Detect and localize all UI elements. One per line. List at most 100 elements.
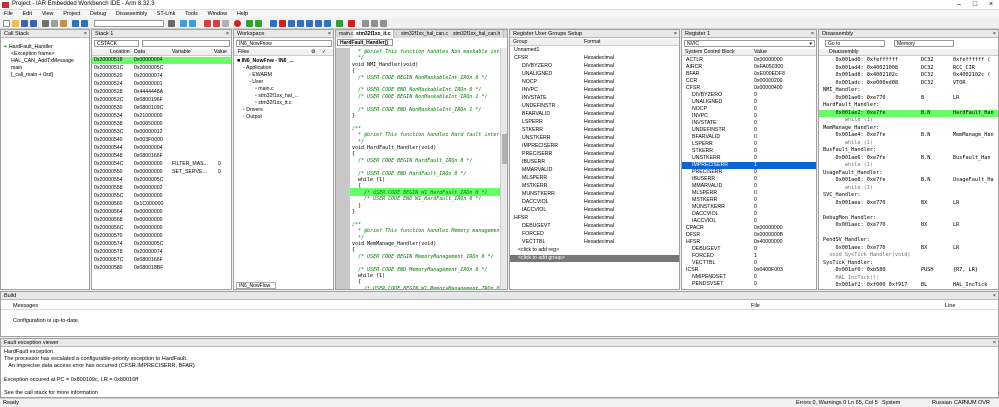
table-row[interactable]: DEBUGEVT Hexadecimal (510, 223, 679, 230)
function-dropdown[interactable]: HardFault_Handler() (337, 39, 393, 46)
save-all-icon[interactable] (30, 20, 37, 27)
table-row[interactable]: MUNSTKERR 0 (682, 204, 816, 211)
table-row[interactable]: STKERR 0 (682, 148, 816, 155)
gear-icon[interactable]: ⚙ (311, 49, 316, 56)
breakpoint-icon[interactable] (234, 20, 241, 27)
break-icon[interactable] (279, 20, 286, 27)
table-row[interactable]: 0x20000558 0x00000002 (92, 185, 231, 192)
compile-icon[interactable] (204, 20, 211, 27)
table-row[interactable]: DACCVIOL 0 (682, 211, 816, 218)
table-row[interactable]: STKERR Hexadecimal (510, 127, 679, 134)
disassembly-line[interactable]: SVC_Handler: (819, 192, 998, 199)
disassembly-line[interactable]: BusFault_Handler: (819, 147, 998, 154)
disassembly-line[interactable]: 0x001aec: 0xe770 BX LR (819, 222, 998, 229)
tree-item-user[interactable]: ▪ User (234, 79, 333, 86)
workspace-config-select[interactable]: IN6_NowFnow (236, 40, 332, 47)
table-row[interactable]: PRECISERR 0 (682, 169, 816, 176)
table-row[interactable]: PENDSVSET 0 (682, 281, 816, 288)
table-row[interactable]: IACCVIOL 0 (682, 218, 816, 225)
table-row[interactable]: 0x20000544 0x00000004 (92, 145, 231, 152)
register-group-select[interactable]: NVIC ▾ (684, 40, 815, 47)
menu-stlink[interactable]: ST-Link (153, 10, 180, 18)
disassembly-line[interactable] (819, 230, 998, 237)
table-row[interactable]: 0x20000580 0x080018BF (92, 265, 231, 272)
table-row[interactable]: BFARVALID Hexadecimal (510, 111, 679, 118)
table-row[interactable]: 0x20000560 0x1C000000 (92, 201, 231, 208)
tree-item-it-c[interactable]: ▫ stm32f1xx_it.c (234, 100, 333, 107)
disassembly-line[interactable]: UsageFault_Handler: (819, 170, 998, 177)
table-row[interactable]: INVPC 0 (682, 113, 816, 120)
disassembly-line[interactable]: while (1) (819, 162, 998, 169)
table-row[interactable]: MSTKERR 0 (682, 197, 816, 204)
editor-scrollbar[interactable] (500, 48, 507, 289)
debug-no-download-icon[interactable] (255, 20, 262, 27)
reset-icon[interactable] (270, 20, 277, 27)
table-row[interactable]: 0x20000570 0x00000000 (92, 233, 231, 240)
table-row[interactable]: MMARVALID 0 (682, 183, 816, 190)
close-icon[interactable]: × (811, 30, 814, 38)
find-input[interactable] (94, 20, 164, 27)
table-row[interactable]: 0x2000052C 0x0800196F (92, 97, 231, 104)
disassembly-line[interactable]: while (1) (819, 117, 998, 124)
undo-icon[interactable] (72, 20, 79, 27)
table-row[interactable]: 0x2000056C 0x00000000 (92, 225, 231, 232)
stack-select[interactable]: CSTACK (94, 40, 139, 47)
tree-item-project[interactable]: ■ IN6_NowFnw - IN6_... (234, 58, 333, 65)
table-row[interactable]: 0x20000538 0x00050000 (92, 121, 231, 128)
table-row[interactable]: 0x2000054C 0x00000000 FILTER_MAS... 0 (92, 161, 231, 168)
disassembly-line[interactable]: SysTick_Handler: (819, 260, 998, 267)
scroll-thumb[interactable] (502, 134, 507, 164)
list-item[interactable]: main (1, 65, 89, 72)
table-row[interactable]: AIRCR 0xFA050300 (682, 64, 816, 71)
list-item[interactable]: HAL_CAN_AddTxMessage (1, 58, 89, 65)
table-row[interactable]: INVSTATE 0 (682, 120, 816, 127)
table-row[interactable]: MLSPERR 0 (682, 190, 816, 197)
table-row[interactable]: 0x20000568 0x00000000 (92, 217, 231, 224)
stop-build-icon[interactable] (222, 20, 229, 27)
table-row[interactable]: DEBUGEVT 0 (682, 246, 816, 253)
disassembly-line[interactable]: 0x001ae2: 0xe7fe B.N HardFault_Han (819, 109, 998, 117)
close-icon[interactable]: × (993, 292, 996, 300)
table-row[interactable]: IACCVIOL Hexadecimal (510, 207, 679, 214)
tab-it-c[interactable]: stm32f1xx_it.c (353, 30, 395, 38)
table-row[interactable]: UNDEFINSTR Hexadecimal (510, 103, 679, 110)
table-row[interactable]: 0x20000550 0x00000000 SET_SERVE... 0 (92, 169, 231, 176)
table-row[interactable]: 0x20000530 0x0800109C (92, 105, 231, 112)
disassembly-line[interactable]: HardFault_Handler: (819, 102, 998, 109)
table-row[interactable]: VECTTBL Hexadecimal (510, 239, 679, 246)
menu-window[interactable]: Window (204, 10, 232, 18)
open-icon[interactable] (12, 20, 19, 27)
table-row[interactable]: MSTKERR Hexadecimal (510, 183, 679, 190)
list-item[interactable]: [_call_main + 0xd] (1, 72, 89, 79)
bookmark-icon[interactable] (180, 20, 187, 27)
tree-item-hal-msp[interactable]: ▫ stm32f1xx_hal_... (234, 93, 333, 100)
table-row[interactable]: CCR 0x00000200 (682, 78, 816, 85)
table-row[interactable]: 0x20000554 0x2000005C (92, 177, 231, 184)
table-row[interactable]: ICSR 0x0400F003 (682, 267, 816, 274)
save-icon[interactable] (21, 20, 28, 27)
close-icon[interactable]: × (993, 30, 996, 38)
table-row[interactable]: NMIPENDSET 0 (682, 274, 816, 281)
table-row[interactable]: UNDEFINSTR 0 (682, 127, 816, 134)
step-into-icon[interactable] (297, 20, 304, 27)
menu-project[interactable]: Project (59, 10, 84, 18)
make-icon[interactable] (213, 20, 220, 27)
table-row[interactable]: 0x20000578 0x20000074 (92, 249, 231, 256)
table-row[interactable]: 0x20000528 0x4444448A (92, 89, 231, 96)
disassembly-line[interactable]: HAL_IncTick(); (819, 275, 998, 282)
table-row[interactable]: UNALIGNED Hexadecimal (510, 71, 679, 78)
disassembly-line[interactable]: 0x001ad8: 0x4002102c DC32 0x4002102c ( (819, 72, 998, 79)
copy-icon[interactable] (51, 20, 58, 27)
table-row[interactable]: DIVBYZERO Hexadecimal (510, 63, 679, 70)
menu-file[interactable]: File (0, 10, 17, 18)
table-row[interactable]: IMPRECISERR Hexadecimal (510, 143, 679, 150)
table-row[interactable]: DFSR 0x0000000B (682, 232, 816, 239)
table-row[interactable]: UNSTKERR 0 (682, 155, 816, 162)
table-row[interactable]: HFSR Hexadecimal (510, 215, 679, 222)
table-row[interactable]: NOCP 0 (682, 106, 816, 113)
stack-expression-input[interactable] (142, 40, 230, 47)
table-row[interactable]: MLSPERR Hexadecimal (510, 175, 679, 182)
table-row[interactable]: 0x20000548 0x0800166F (92, 153, 231, 160)
disassembly-line[interactable]: 0x001ae0: 0xe770 B LR (819, 95, 998, 102)
disassembly-line[interactable] (819, 207, 998, 214)
